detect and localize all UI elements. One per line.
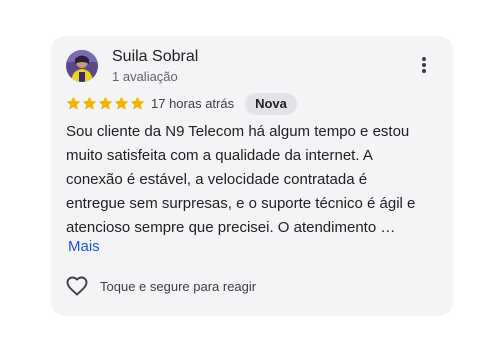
review-card: Suila Sobral 1 avaliação 17 horas atrás … [51,36,453,316]
more-vert-icon [422,57,426,61]
heart-outline-icon [66,276,88,296]
new-badge: Nova [245,93,297,115]
review-text-line: atencioso sempre que precisei. O atendim… [66,219,396,236]
review-time: 17 horas atrás [151,96,235,111]
more-options-button[interactable] [415,54,433,76]
more-link[interactable]: Mais [68,238,100,255]
review-text-line: entregue sem surpresas, e o suporte técn… [66,195,416,212]
review-text: Sou cliente da N9 Telecom há algum tempo… [66,120,446,240]
star-icon [114,96,129,111]
star-icon [82,96,97,111]
star-rating [66,96,145,111]
react-label: Toque e segure para reagir [100,278,257,294]
star-icon [130,96,145,111]
review-text-line: muito satisfeita com a qualidade da inte… [66,147,373,164]
author-name[interactable]: Suila Sobral [112,48,198,66]
star-icon [66,96,81,111]
review-text-line: conexão é estável, a velocidade contrata… [66,171,368,188]
avatar-image [66,50,98,82]
star-icon [98,96,113,111]
react-button[interactable]: Toque e segure para reagir [65,274,256,298]
review-text-line: Sou cliente da N9 Telecom há algum tempo… [66,123,410,140]
avatar[interactable] [66,50,98,82]
author-review-count: 1 avaliação [112,69,178,84]
